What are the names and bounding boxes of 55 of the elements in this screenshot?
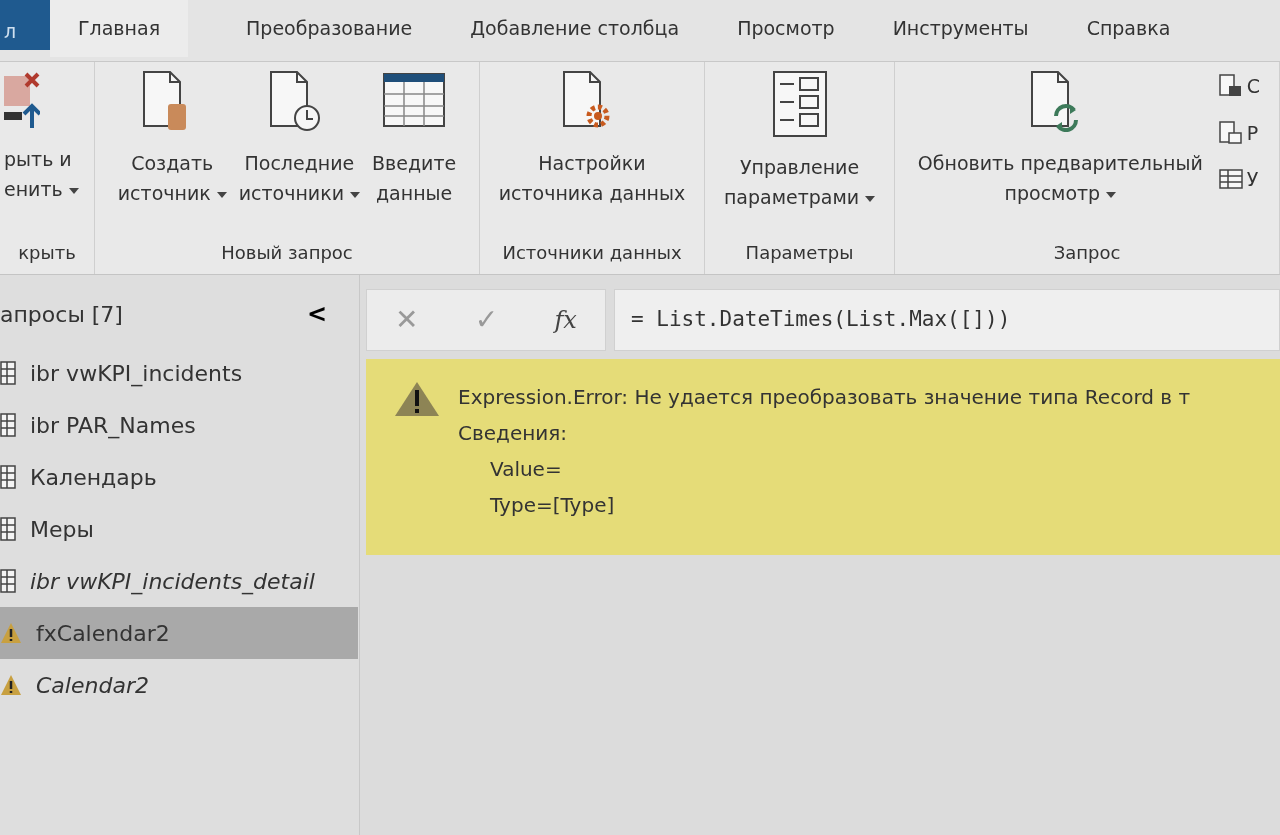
file-tab[interactable]: л bbox=[0, 0, 50, 50]
ribbon-tab[interactable]: Просмотр bbox=[737, 0, 835, 57]
caret-icon bbox=[350, 191, 361, 198]
caret-icon bbox=[865, 195, 876, 202]
group-label: Запрос bbox=[1052, 241, 1122, 265]
ribbon-small-button[interactable]: Р bbox=[1218, 116, 1261, 149]
error-detail: Type=[Type] bbox=[489, 492, 616, 519]
table-icon bbox=[0, 569, 16, 593]
ribbon-tab[interactable]: Справка bbox=[1086, 0, 1171, 57]
query-item[interactable]: Календарь bbox=[0, 451, 358, 503]
ribbon-tab[interactable]: Главная bbox=[50, 0, 189, 57]
ribbon-button[interactable]: Создать источник bbox=[113, 70, 231, 208]
warning-icon bbox=[394, 381, 440, 417]
ribbon-tab[interactable]: Инструменты bbox=[892, 0, 1029, 57]
ribbon-tab[interactable]: Преобразование bbox=[246, 0, 413, 57]
insert-function-button[interactable]: fx bbox=[548, 301, 583, 339]
warning-icon bbox=[0, 622, 22, 644]
table-icon bbox=[0, 465, 16, 489]
query-item[interactable]: ibr vwKPI_incidents bbox=[0, 347, 358, 399]
ribbon-button[interactable]: Настройки источника данных bbox=[494, 70, 690, 208]
table-icon bbox=[0, 361, 16, 385]
query-item[interactable]: ibr PAR_Names bbox=[0, 399, 358, 451]
details-label: Сведения: bbox=[458, 420, 569, 447]
caret-icon bbox=[68, 187, 79, 194]
error-message: Expression.Error: Не удается преобразовать значение типа Record в т bbox=[458, 384, 1191, 411]
query-item[interactable]: fxCalendar2 bbox=[0, 607, 358, 659]
table-icon bbox=[0, 517, 16, 541]
table-icon bbox=[0, 413, 16, 437]
manage-icon bbox=[1218, 167, 1243, 192]
warning-icon bbox=[0, 674, 22, 696]
ribbon-small-button[interactable]: У bbox=[1218, 163, 1261, 196]
query-item[interactable]: Меры bbox=[0, 503, 358, 555]
close-apply-icon bbox=[4, 70, 40, 130]
pane-title: апросы [7] bbox=[0, 300, 123, 329]
formula-field[interactable]: = List.DateTimes(List.Max([])) bbox=[614, 289, 1280, 351]
ribbon-button[interactable]: рыть и енить bbox=[0, 70, 83, 204]
collapse-button[interactable]: < bbox=[300, 295, 333, 333]
group-label: Источники данных bbox=[501, 241, 683, 265]
group-label: Новый запрос bbox=[220, 241, 354, 265]
ribbon-small-button[interactable]: С bbox=[1218, 70, 1261, 103]
editor-icon bbox=[1218, 120, 1243, 145]
group-label: Параметры bbox=[744, 241, 855, 265]
query-item[interactable]: ibr vwKPI_incidents_detail bbox=[0, 555, 358, 607]
query-item[interactable]: Calendar2 bbox=[0, 659, 358, 711]
parameters-icon bbox=[771, 70, 828, 138]
caret-icon bbox=[216, 191, 227, 198]
ribbon-tab[interactable]: Добавление столбца bbox=[470, 0, 680, 57]
properties-icon bbox=[1218, 74, 1243, 99]
ribbon-button[interactable]: Обновить предварительный просмотр bbox=[913, 70, 1207, 208]
ribbon-button[interactable]: Последние источники bbox=[234, 70, 365, 208]
error-detail: Value= bbox=[489, 456, 563, 483]
ribbon-button[interactable]: Введите данные bbox=[368, 70, 461, 208]
group-label: крыть bbox=[17, 241, 77, 265]
caret-icon bbox=[1106, 191, 1117, 198]
ribbon-button[interactable]: Управление параметрами bbox=[719, 70, 880, 212]
